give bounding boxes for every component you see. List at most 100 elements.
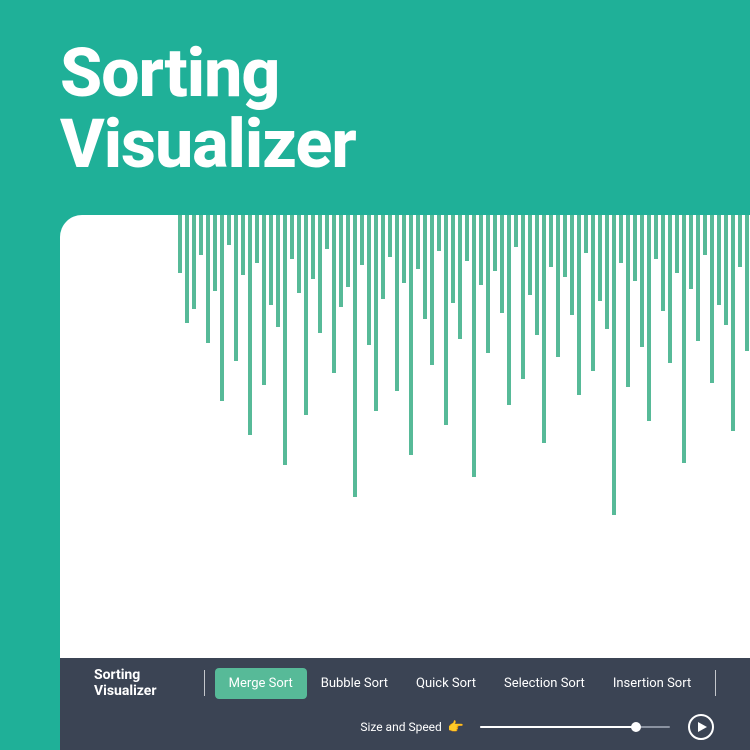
sort-bar [479, 215, 483, 285]
title-line-2: Visualizer [60, 109, 750, 180]
sort-bar [430, 215, 434, 365]
sort-bar [563, 215, 567, 277]
sort-bar [724, 215, 728, 325]
sort-bar [591, 215, 595, 371]
sort-bar [339, 215, 343, 307]
controls-row-speed: Size and Speed 👉 [94, 708, 716, 746]
sort-bar [346, 215, 350, 287]
sort-bar [521, 215, 525, 379]
sort-bar [360, 215, 364, 265]
sort-bar [556, 215, 560, 357]
sort-bar [325, 215, 329, 249]
speed-label: Size and Speed 👉 [360, 720, 464, 735]
sort-bar [423, 215, 427, 319]
play-button[interactable] [686, 712, 716, 742]
algorithm-option-merge-sort[interactable]: Merge Sort [215, 668, 307, 699]
sort-bar [528, 215, 532, 295]
algorithm-list: Merge SortBubble SortQuick SortSelection… [215, 668, 706, 699]
sort-bar [703, 215, 707, 255]
sort-bar [311, 215, 315, 279]
controls-brand: Sorting Visualizer [94, 667, 204, 699]
sort-bar [248, 215, 252, 435]
sort-bar [507, 215, 511, 405]
algorithm-option-bubble-sort[interactable]: Bubble Sort [307, 668, 402, 699]
sort-bar [458, 215, 462, 339]
speed-label-text: Size and Speed [360, 720, 442, 734]
divider [204, 670, 205, 696]
sort-bar [227, 215, 231, 245]
sort-bar [738, 215, 742, 267]
sort-bar [402, 215, 406, 283]
sort-bar [192, 215, 196, 309]
sort-bar [745, 215, 749, 351]
sort-bar [598, 215, 602, 301]
sort-bar [220, 215, 224, 401]
slider-thumb[interactable] [631, 722, 641, 732]
play-icon [687, 713, 715, 741]
sort-bar [731, 215, 735, 431]
sort-bar [654, 215, 658, 259]
sort-bar [661, 215, 665, 311]
sort-bar [717, 215, 721, 305]
sort-bar [241, 215, 245, 275]
sort-bar [276, 215, 280, 327]
sort-bar [290, 215, 294, 259]
sort-bar [675, 215, 679, 273]
bars-container [60, 215, 750, 658]
algorithm-option-selection-sort[interactable]: Selection Sort [490, 668, 599, 699]
sort-bar [388, 215, 392, 257]
sort-bar [185, 215, 189, 323]
sort-bar [304, 215, 308, 415]
sort-bar [668, 215, 672, 363]
sort-bar [213, 215, 217, 291]
sort-bar [682, 215, 686, 463]
sort-bar [486, 215, 490, 353]
sort-bar [465, 215, 469, 261]
sort-bar [297, 215, 301, 293]
sort-bar [514, 215, 518, 247]
sort-bar [605, 215, 609, 329]
controls-row-algorithms: Sorting Visualizer Merge SortBubble Sort… [94, 658, 716, 708]
sort-bar [318, 215, 322, 333]
sort-bar [472, 215, 476, 477]
sort-bar [416, 215, 420, 269]
sort-bar [584, 215, 588, 253]
sort-bar [255, 215, 259, 263]
sort-bar [206, 215, 210, 343]
sort-bar [689, 215, 693, 289]
sort-bar [444, 215, 448, 425]
sort-bar [262, 215, 266, 385]
sort-bar [570, 215, 574, 315]
title-line-1: Sorting [60, 38, 750, 109]
sort-bar [500, 215, 504, 313]
sort-bar [353, 215, 357, 497]
divider [715, 670, 716, 696]
sort-bar [493, 215, 497, 271]
sort-bar [234, 215, 238, 361]
sort-bar [640, 215, 644, 347]
sort-bar [626, 215, 630, 387]
sort-bar [647, 215, 651, 421]
sort-bar [710, 215, 714, 383]
controls-bar: Sorting Visualizer Merge SortBubble Sort… [60, 658, 750, 750]
algorithm-option-insertion-sort[interactable]: Insertion Sort [599, 668, 705, 699]
sort-bar [696, 215, 700, 341]
sort-bar [374, 215, 378, 411]
sort-bar [283, 215, 287, 465]
sort-bar [437, 215, 441, 251]
sort-bar [269, 215, 273, 305]
sort-bar [535, 215, 539, 335]
pointing-icon: 👉 [448, 720, 464, 735]
algorithm-option-quick-sort[interactable]: Quick Sort [402, 668, 490, 699]
sort-bar [332, 215, 336, 373]
sort-bar [451, 215, 455, 303]
sort-bar [381, 215, 385, 299]
sort-bar [409, 215, 413, 455]
slider-fill [480, 726, 636, 728]
sort-bar [178, 215, 182, 273]
speed-slider[interactable] [480, 720, 670, 734]
sort-bar [199, 215, 203, 255]
sort-bar [612, 215, 616, 515]
sort-bar [633, 215, 637, 281]
visualizer-panel: Sorting Visualizer Merge SortBubble Sort… [60, 215, 750, 750]
